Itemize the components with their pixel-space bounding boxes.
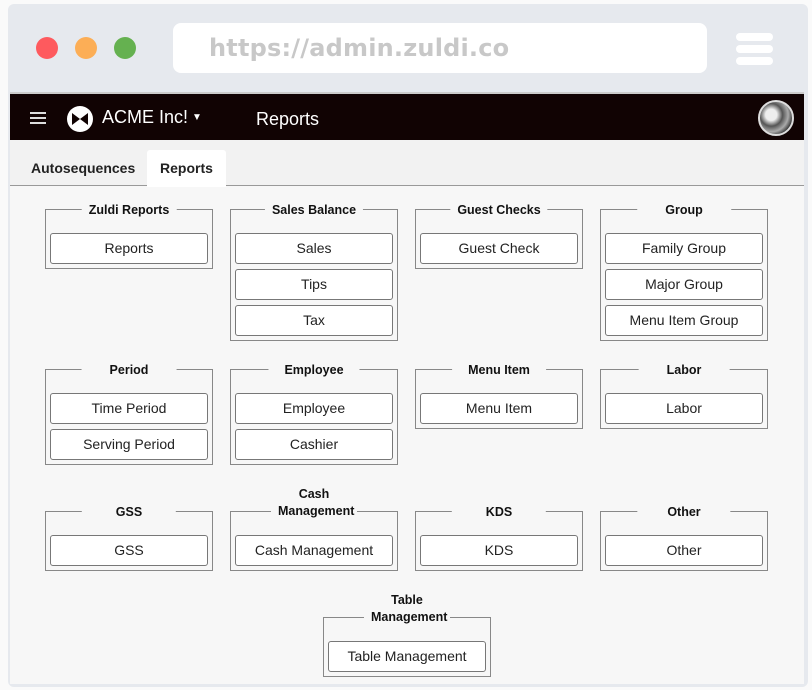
reports-button[interactable]: Reports — [50, 233, 208, 264]
group-labor: Labor Labor — [600, 362, 768, 429]
minimize-window-button[interactable] — [75, 37, 97, 59]
caret-down-icon: ▼ — [192, 112, 202, 123]
group-other: Other Other — [600, 504, 768, 571]
top-navbar: ACME Inc! ▼ Reports — [10, 92, 804, 140]
tips-button[interactable]: Tips — [235, 269, 393, 300]
group-title: Zuldi Reports — [81, 202, 177, 219]
group-title: Labor — [638, 362, 730, 379]
page-title: Reports — [256, 109, 320, 129]
family-group-button[interactable]: Family Group — [605, 233, 763, 264]
major-group-button[interactable]: Major Group — [605, 269, 763, 300]
group-title: Table Management — [364, 592, 450, 626]
group-sales-balance: Sales Balance Sales Tips Tax — [230, 202, 398, 341]
gss-button[interactable]: GSS — [50, 535, 208, 566]
group-zuldi-reports: Zuldi Reports Reports — [45, 202, 213, 269]
tab-bar: Autosequences Reports — [10, 140, 804, 187]
close-window-button[interactable] — [36, 37, 58, 59]
group-title: KDS — [451, 504, 547, 521]
group-cash-management: Cash Management Cash Management — [230, 486, 398, 571]
maximize-window-button[interactable] — [114, 37, 136, 59]
group-title: Cash Management — [271, 486, 357, 520]
address-bar[interactable]: https://admin.zuldi.co — [173, 23, 707, 73]
group-title: Sales Balance — [264, 202, 364, 219]
cash-management-button[interactable]: Cash Management — [235, 535, 393, 566]
menu-item-button[interactable]: Menu Item — [420, 393, 578, 424]
hamburger-menu-icon[interactable] — [30, 112, 46, 127]
labor-button[interactable]: Labor — [605, 393, 763, 424]
browser-window: https://admin.zuldi.co ACME Inc! ▼ Report… — [8, 4, 808, 687]
group-title: Menu Item — [452, 362, 546, 379]
group-title: GSS — [81, 504, 177, 521]
tax-button[interactable]: Tax — [235, 305, 393, 336]
browser-menu-icon[interactable] — [736, 33, 773, 69]
cashier-button[interactable]: Cashier — [235, 429, 393, 460]
group-guest-checks: Guest Checks Guest Check — [415, 202, 583, 269]
other-button[interactable]: Other — [605, 535, 763, 566]
group-title: Other — [637, 504, 731, 521]
group-period: Period Time Period Serving Period — [45, 362, 213, 465]
table-management-button[interactable]: Table Management — [328, 641, 486, 672]
employee-button[interactable]: Employee — [235, 393, 393, 424]
tab-autosequences[interactable]: Autosequences — [18, 150, 148, 186]
acme-logo-icon — [67, 106, 93, 132]
group-title: Guest Checks — [450, 202, 548, 219]
sales-button[interactable]: Sales — [235, 233, 393, 264]
time-period-button[interactable]: Time Period — [50, 393, 208, 424]
group-table-management: Table Management Table Management — [323, 592, 491, 677]
group-group: Group Family Group Major Group Menu Item… — [600, 202, 768, 341]
group-title: Employee — [268, 362, 360, 379]
guest-check-button[interactable]: Guest Check — [420, 233, 578, 264]
user-avatar[interactable] — [758, 100, 794, 136]
tab-reports[interactable]: Reports — [147, 150, 226, 187]
group-gss: GSS GSS — [45, 504, 213, 571]
org-switcher[interactable]: ACME Inc! ▼ — [102, 107, 202, 128]
group-employee: Employee Employee Cashier — [230, 362, 398, 465]
group-menu-item: Menu Item Menu Item — [415, 362, 583, 429]
org-name: ACME Inc! — [102, 107, 189, 127]
group-title: Period — [81, 362, 177, 379]
serving-period-button[interactable]: Serving Period — [50, 429, 208, 460]
kds-button[interactable]: KDS — [420, 535, 578, 566]
group-kds: KDS KDS — [415, 504, 583, 571]
page-viewport: ACME Inc! ▼ Reports Autosequences Reports… — [10, 92, 804, 684]
menu-item-group-button[interactable]: Menu Item Group — [605, 305, 763, 336]
group-title: Group — [637, 202, 731, 219]
